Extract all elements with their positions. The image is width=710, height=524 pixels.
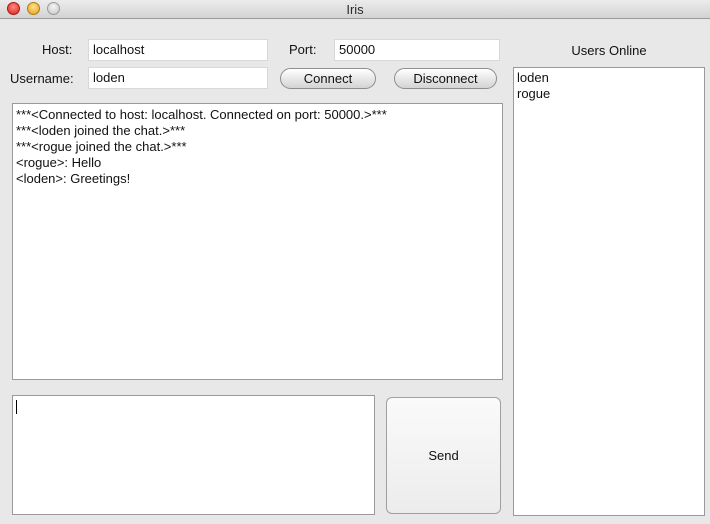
port-label: Port: [289, 42, 317, 57]
chat-message: <loden>: Greetings! [16, 171, 131, 186]
send-button-label: Send [428, 448, 459, 463]
users-online-list[interactable]: loden rogue [513, 67, 705, 516]
send-button[interactable]: Send [386, 397, 501, 514]
text-caret [16, 400, 17, 414]
chat-message: <rogue>: Hello [16, 155, 102, 170]
chat-log[interactable]: ***<Connected to host: localhost. Connec… [12, 103, 503, 380]
chat-message: ***<loden joined the chat.>*** [16, 123, 186, 138]
username-field[interactable]: loden [88, 67, 268, 89]
connect-button[interactable]: Connect [280, 68, 376, 89]
title-bar: Iris [0, 0, 710, 19]
user-list-item[interactable]: rogue [517, 86, 701, 102]
disconnect-button[interactable]: Disconnect [394, 68, 497, 89]
username-label: Username: [10, 71, 74, 86]
host-field[interactable]: localhost [88, 39, 268, 61]
chat-message: ***<rogue joined the chat.>*** [16, 139, 187, 154]
message-input[interactable] [12, 395, 375, 515]
users-online-heading: Users Online [571, 43, 647, 58]
port-field[interactable]: 50000 [334, 39, 500, 61]
chat-message: ***<Connected to host: localhost. Connec… [16, 107, 387, 122]
user-list-item[interactable]: loden [517, 70, 701, 86]
window-title: Iris [346, 2, 364, 17]
host-label: Host: [42, 42, 73, 57]
